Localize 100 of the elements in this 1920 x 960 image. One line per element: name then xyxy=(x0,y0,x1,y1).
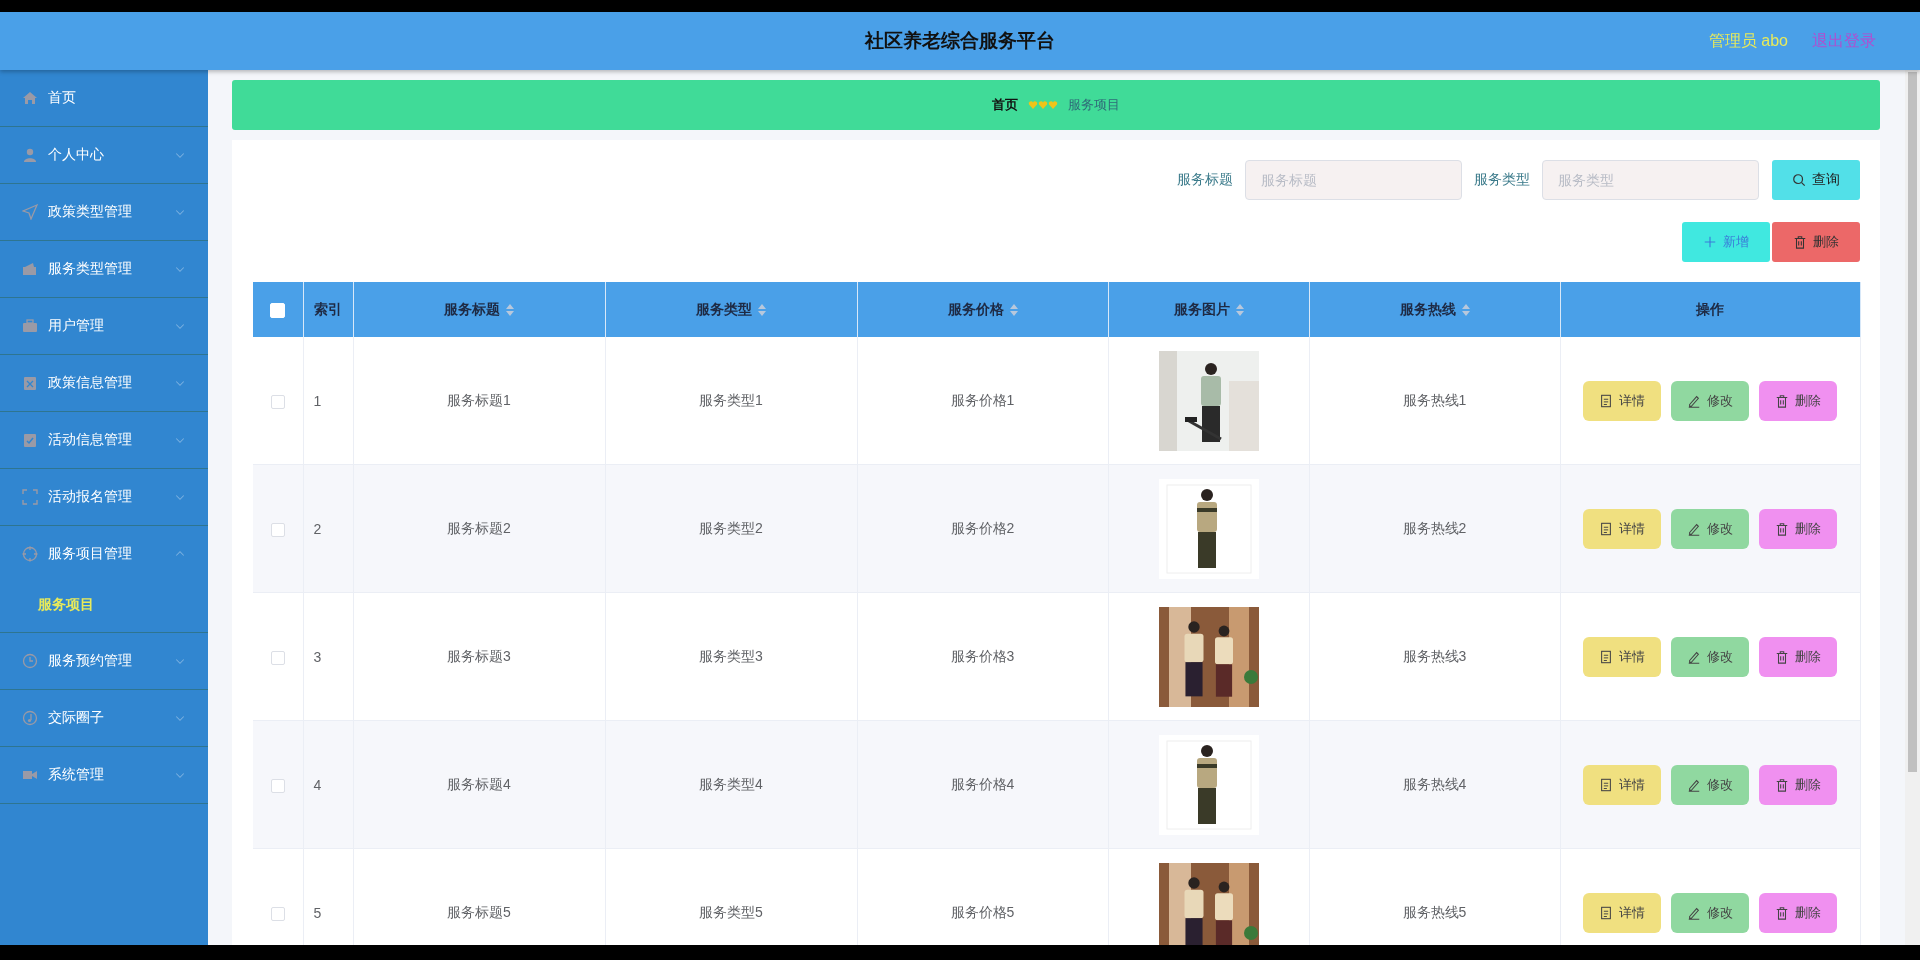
table-cell: 服务标题4 xyxy=(447,775,511,792)
pencil-icon xyxy=(1687,649,1701,664)
details-button[interactable]: 详情 xyxy=(1583,636,1661,677)
row-checkbox[interactable] xyxy=(270,522,285,537)
edit-button[interactable]: 修改 xyxy=(1671,380,1749,421)
row-checkbox[interactable] xyxy=(270,650,285,665)
delete-button[interactable]: 删除 xyxy=(1759,764,1837,805)
menu-item[interactable]: 交际圈子 xyxy=(0,690,208,746)
table-cell: 服务热线3 xyxy=(1402,647,1467,664)
table-cell: 服务类型3 xyxy=(699,647,763,664)
row-checkbox[interactable] xyxy=(270,906,285,921)
select-all-checkbox[interactable] xyxy=(270,302,286,318)
document-icon xyxy=(1599,393,1613,408)
table-cell: 1 xyxy=(313,392,322,409)
column-header[interactable]: 服务热线 xyxy=(1399,300,1470,319)
trash-icon xyxy=(1775,393,1789,408)
row-checkbox[interactable] xyxy=(270,778,285,793)
column-header[interactable]: 服务类型 xyxy=(696,300,766,319)
delete-button[interactable]: 删除 xyxy=(1759,636,1837,677)
menu-item[interactable]: 系统管理 xyxy=(0,747,208,803)
pencil-icon xyxy=(1687,393,1701,408)
edit-button[interactable]: 修改 xyxy=(1671,508,1749,549)
menu-item[interactable]: 首页 xyxy=(0,70,208,126)
delete-button[interactable]: 删除 xyxy=(1772,222,1860,262)
search-icon xyxy=(1792,173,1806,187)
trash-icon xyxy=(1775,777,1789,792)
trash-icon xyxy=(1775,521,1789,536)
trash-icon xyxy=(1775,649,1789,664)
search-field[interactable]: 服务标题 xyxy=(1245,160,1462,200)
document-icon xyxy=(1599,905,1613,920)
menu-item[interactable]: 政策类型管理 xyxy=(0,184,208,240)
menu-item[interactable]: 服务类型管理 xyxy=(0,241,208,297)
column-header[interactable]: 服务标题 xyxy=(444,300,514,319)
table-cell: 2 xyxy=(313,520,322,537)
details-button[interactable]: 详情 xyxy=(1583,764,1661,805)
table-cell: 服务类型5 xyxy=(699,903,763,920)
home-icon xyxy=(22,90,38,106)
field-label: 服务标题 xyxy=(1177,171,1233,189)
menu-item[interactable]: 服务预约管理 xyxy=(0,633,208,689)
row-checkbox[interactable] xyxy=(270,394,285,409)
table-cell: 服务标题1 xyxy=(447,391,511,408)
table-cell: 服务热线4 xyxy=(1402,775,1467,792)
field-label: 服务类型 xyxy=(1474,171,1530,189)
trash-icon xyxy=(1775,905,1789,920)
sort-icon[interactable] xyxy=(1461,303,1470,316)
pencil-icon xyxy=(1687,521,1701,536)
submenu-item[interactable]: 服务项目 xyxy=(0,582,208,626)
details-button[interactable]: 详情 xyxy=(1583,508,1661,549)
app-title: 社区养老综合服务平台 xyxy=(865,29,1055,53)
search-button[interactable]: 查询 xyxy=(1772,160,1860,200)
column-header[interactable]: 服务价格 xyxy=(947,300,1018,319)
document-icon xyxy=(1599,649,1613,664)
wallet-icon xyxy=(22,261,38,277)
pencil-icon xyxy=(1687,777,1701,792)
menu-item[interactable]: 服务项目管理 xyxy=(0,526,208,582)
briefcase-icon xyxy=(22,318,38,334)
column-header[interactable]: 服务图片 xyxy=(1173,300,1244,319)
table-cell: 4 xyxy=(313,776,322,793)
clock-icon xyxy=(22,653,38,669)
table-cell: 服务类型1 xyxy=(699,391,763,408)
details-button[interactable]: 详情 xyxy=(1583,892,1661,933)
document-icon xyxy=(1599,521,1613,536)
table-cell: 3 xyxy=(313,648,322,665)
menu-item[interactable]: 用户管理 xyxy=(0,298,208,354)
scrollbar[interactable] xyxy=(1905,70,1920,945)
table-cell: 服务热线2 xyxy=(1402,519,1467,536)
sort-icon[interactable] xyxy=(1235,303,1244,316)
edit-button[interactable]: 修改 xyxy=(1671,764,1749,805)
table-cell: 5 xyxy=(313,904,322,921)
menu-item[interactable]: 政策信息管理 xyxy=(0,355,208,411)
column-header: 操作 xyxy=(1696,300,1724,319)
details-button[interactable]: 详情 xyxy=(1583,380,1661,421)
breadcrumb-item[interactable]: 首页 xyxy=(992,96,1018,114)
sort-icon[interactable] xyxy=(758,303,766,316)
hearts-icon xyxy=(1028,100,1058,110)
delete-button[interactable]: 删除 xyxy=(1759,380,1837,421)
table-cell: 服务价格3 xyxy=(950,647,1015,664)
search-field[interactable]: 服务类型 xyxy=(1542,160,1759,200)
table-cell: 服务价格4 xyxy=(950,775,1015,792)
add-button[interactable]: 新增 xyxy=(1682,222,1770,262)
sort-icon[interactable] xyxy=(506,303,514,316)
breadcrumb-item: 服务项目 xyxy=(1068,96,1120,114)
edit-button[interactable]: 修改 xyxy=(1671,636,1749,677)
table-cell: 服务热线5 xyxy=(1402,903,1467,920)
edit-button[interactable]: 修改 xyxy=(1671,892,1749,933)
document-icon xyxy=(1599,777,1613,792)
menu-item[interactable]: 活动报名管理 xyxy=(0,469,208,525)
menu-item[interactable]: 活动信息管理 xyxy=(0,412,208,468)
clipboard-icon xyxy=(22,432,38,448)
frame-icon xyxy=(22,489,38,505)
trash-icon xyxy=(1793,235,1807,249)
user-name: 管理员 abo xyxy=(1708,30,1788,51)
table-cell: 服务标题5 xyxy=(447,903,511,920)
pencil-icon xyxy=(1687,905,1701,920)
table-cell: 服务标题2 xyxy=(447,519,511,536)
sort-icon[interactable] xyxy=(1009,303,1018,316)
table-cell: 服务类型2 xyxy=(699,519,763,536)
delete-button[interactable]: 删除 xyxy=(1759,508,1837,549)
menu-item[interactable]: 个人中心 xyxy=(0,127,208,183)
delete-button[interactable]: 删除 xyxy=(1759,892,1837,933)
